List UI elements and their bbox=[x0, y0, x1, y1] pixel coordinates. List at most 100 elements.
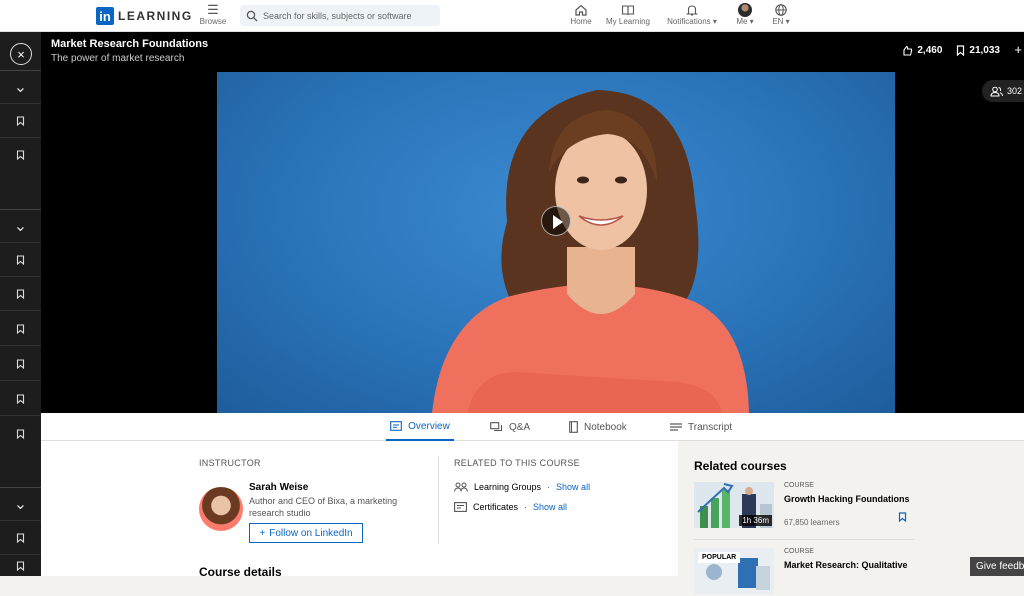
course-kind: COURSE bbox=[784, 482, 814, 489]
separator-dot: · bbox=[547, 482, 551, 492]
nav-home-label: Home bbox=[570, 17, 592, 26]
nav-notifications[interactable]: Notifications ▾ bbox=[664, 3, 720, 26]
related-course-card[interactable]: POPULAR COURSE Market Research: Qualitat… bbox=[694, 548, 914, 596]
chapter-toggle[interactable]: ⌄ bbox=[0, 70, 41, 104]
course-thumbnail[interactable]: POPULAR bbox=[694, 548, 774, 594]
nav-language-label: EN bbox=[772, 17, 784, 26]
bell-icon bbox=[686, 5, 698, 16]
book-icon bbox=[621, 5, 635, 16]
bookmark-button[interactable] bbox=[0, 243, 41, 277]
bookmark-button[interactable] bbox=[0, 521, 41, 555]
course-title[interactable]: Growth Hacking Foundations bbox=[784, 494, 924, 504]
related-label: Certificates bbox=[473, 502, 519, 512]
like-button[interactable]: 2,460 bbox=[902, 45, 942, 56]
related-label: Learning Groups bbox=[474, 482, 542, 492]
course-details-heading: Course details bbox=[199, 565, 282, 579]
bookmark-icon bbox=[16, 560, 25, 571]
related-course-card[interactable]: 1h 36m COURSE Growth Hacking Foundations… bbox=[694, 482, 914, 530]
learner-count: 67,850 learners bbox=[784, 518, 840, 527]
instructor-video-still bbox=[432, 90, 749, 413]
play-icon[interactable] bbox=[541, 206, 571, 236]
chevron-down-icon: ⌄ bbox=[13, 218, 28, 235]
course-thumbnail[interactable]: 1h 36m bbox=[694, 482, 774, 528]
related-heading: RELATED TO THIS COURSE bbox=[454, 458, 580, 468]
video-header: Market Research Foundations The power of… bbox=[41, 32, 1024, 72]
bookmark-button[interactable] bbox=[0, 138, 41, 172]
caret-down-icon: ▾ bbox=[710, 17, 717, 26]
bookmark-icon bbox=[16, 532, 25, 543]
top-nav: in LEARNING ☰ Browse Home My Learning No… bbox=[0, 0, 1024, 32]
content-tabs: Overview Q&A Notebook Transcript bbox=[41, 413, 1024, 441]
caret-down-icon: ▾ bbox=[747, 17, 754, 26]
bookmark-button[interactable] bbox=[0, 312, 41, 346]
tab-transcript[interactable]: Transcript bbox=[670, 413, 732, 441]
nav-me[interactable]: Me ▾ bbox=[732, 3, 758, 26]
instructor-avatar[interactable] bbox=[199, 487, 243, 531]
follow-on-linkedin-button[interactable]: + Follow on LinkedIn bbox=[249, 523, 363, 543]
course-stats: 2,460 21,033 bbox=[902, 45, 1000, 56]
home-icon bbox=[575, 4, 587, 16]
video-player[interactable]: Market Research Foundations The power of… bbox=[41, 32, 1024, 413]
show-all-link[interactable]: Show all bbox=[533, 502, 567, 512]
transcript-icon bbox=[670, 423, 682, 431]
like-count: 2,460 bbox=[917, 45, 943, 56]
globe-icon bbox=[775, 4, 787, 16]
qa-icon bbox=[490, 421, 503, 431]
group-icon bbox=[454, 482, 468, 492]
chapter-toggle[interactable]: ⌄ bbox=[0, 209, 41, 243]
video-subtitle: The power of market research bbox=[51, 53, 185, 64]
nav-my-learning[interactable]: My Learning bbox=[605, 3, 651, 26]
course-title[interactable]: Market Research: Qualitative bbox=[784, 560, 924, 570]
bookmark-button[interactable] bbox=[0, 347, 41, 381]
related-certificates: Certificates · Show all bbox=[454, 502, 567, 512]
viewer-count: 302 bbox=[1007, 86, 1023, 96]
overview-icon bbox=[390, 421, 403, 431]
search-icon bbox=[246, 10, 258, 21]
bookmark-icon bbox=[16, 323, 25, 334]
show-all-link[interactable]: Show all bbox=[556, 482, 590, 492]
search-bar[interactable] bbox=[240, 5, 440, 26]
bookmark-button[interactable] bbox=[0, 277, 41, 311]
search-input[interactable] bbox=[263, 10, 438, 21]
bookmark-icon[interactable] bbox=[898, 512, 907, 522]
nav-home[interactable]: Home bbox=[570, 3, 592, 26]
bookmark-button[interactable] bbox=[0, 555, 41, 576]
notebook-icon bbox=[569, 421, 578, 433]
browse-button[interactable]: ☰ Browse bbox=[199, 2, 227, 27]
nav-language[interactable]: EN ▾ bbox=[769, 3, 793, 26]
nav-me-label: Me bbox=[736, 17, 748, 26]
bookmark-icon bbox=[16, 254, 25, 265]
tab-notebook-label: Notebook bbox=[584, 421, 627, 433]
bookmark-button[interactable] bbox=[0, 104, 41, 138]
browse-label: Browse bbox=[199, 17, 227, 26]
instructor-role: Author and CEO of Bixa, a marketing rese… bbox=[249, 496, 398, 518]
viewer-count-badge[interactable]: 302 bbox=[982, 80, 1024, 102]
close-icon[interactable]: × bbox=[10, 43, 32, 65]
course-title: Market Research Foundations bbox=[51, 38, 209, 50]
logo-wordmark: LEARNING bbox=[118, 9, 193, 23]
add-icon[interactable]: + bbox=[1014, 42, 1022, 57]
tab-overview[interactable]: Overview bbox=[386, 413, 454, 441]
give-feedback-button[interactable]: Give feedback bbox=[970, 557, 1024, 576]
video-frame bbox=[217, 72, 895, 413]
tab-qa[interactable]: Q&A bbox=[490, 413, 530, 441]
bookmark-icon bbox=[16, 115, 25, 126]
divider bbox=[438, 456, 439, 544]
save-button[interactable]: 21,033 bbox=[956, 45, 1000, 56]
bookmark-button[interactable] bbox=[0, 382, 41, 416]
instructor-name[interactable]: Sarah Weise bbox=[249, 482, 308, 493]
bookmark-icon bbox=[16, 150, 25, 160]
tab-notebook[interactable]: Notebook bbox=[569, 413, 627, 441]
linkedin-learning-logo[interactable]: in LEARNING bbox=[96, 7, 193, 25]
bookmark-icon bbox=[16, 358, 25, 369]
bookmark-button[interactable] bbox=[0, 417, 41, 451]
course-kind: COURSE bbox=[784, 548, 814, 555]
bookmark-icon bbox=[957, 45, 965, 56]
certificate-icon bbox=[454, 502, 467, 512]
like-icon bbox=[903, 45, 913, 56]
list-icon: ☰ bbox=[207, 2, 219, 17]
follow-label: Follow on LinkedIn bbox=[269, 527, 353, 539]
bookmark-icon bbox=[16, 393, 25, 404]
logo-in-mark: in bbox=[96, 7, 114, 25]
chapter-toggle[interactable]: ⌄ bbox=[0, 487, 41, 521]
